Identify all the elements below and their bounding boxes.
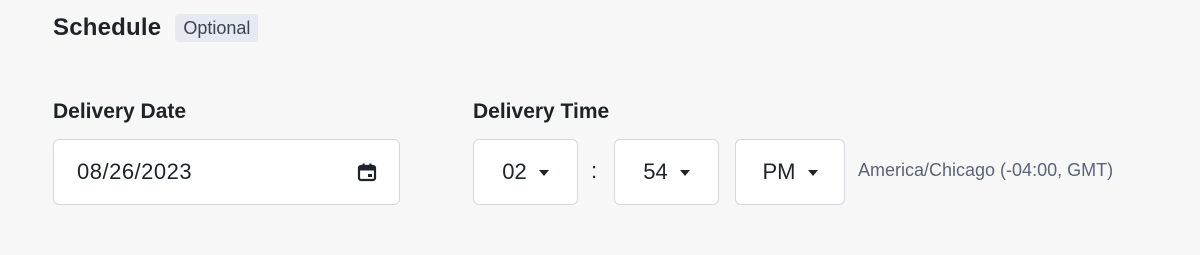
calendar-icon[interactable] bbox=[357, 162, 377, 182]
chevron-down-icon bbox=[679, 170, 690, 176]
section-header: Schedule Optional bbox=[53, 14, 259, 42]
meridiem-select[interactable]: PM bbox=[735, 139, 845, 205]
minute-value: 54 bbox=[643, 159, 668, 184]
chevron-down-icon bbox=[538, 170, 549, 176]
optional-badge: Optional bbox=[175, 14, 259, 42]
section-title: Schedule bbox=[53, 14, 162, 41]
chevron-down-icon bbox=[807, 170, 818, 176]
minute-select[interactable]: 54 bbox=[614, 139, 719, 205]
delivery-date-label: Delivery Date bbox=[53, 100, 187, 123]
schedule-panel: Schedule Optional Delivery Date 08/26/20… bbox=[0, 0, 1200, 255]
meridiem-value: PM bbox=[762, 159, 796, 184]
time-separator: : bbox=[591, 158, 598, 183]
delivery-date-input[interactable]: 08/26/2023 bbox=[53, 139, 400, 205]
delivery-time-label: Delivery Time bbox=[473, 100, 610, 123]
delivery-date-value: 08/26/2023 bbox=[77, 159, 193, 184]
hour-value: 02 bbox=[502, 159, 527, 184]
hour-select[interactable]: 02 bbox=[473, 139, 578, 205]
timezone-label: America/Chicago (-04:00, GMT) bbox=[858, 160, 1114, 180]
